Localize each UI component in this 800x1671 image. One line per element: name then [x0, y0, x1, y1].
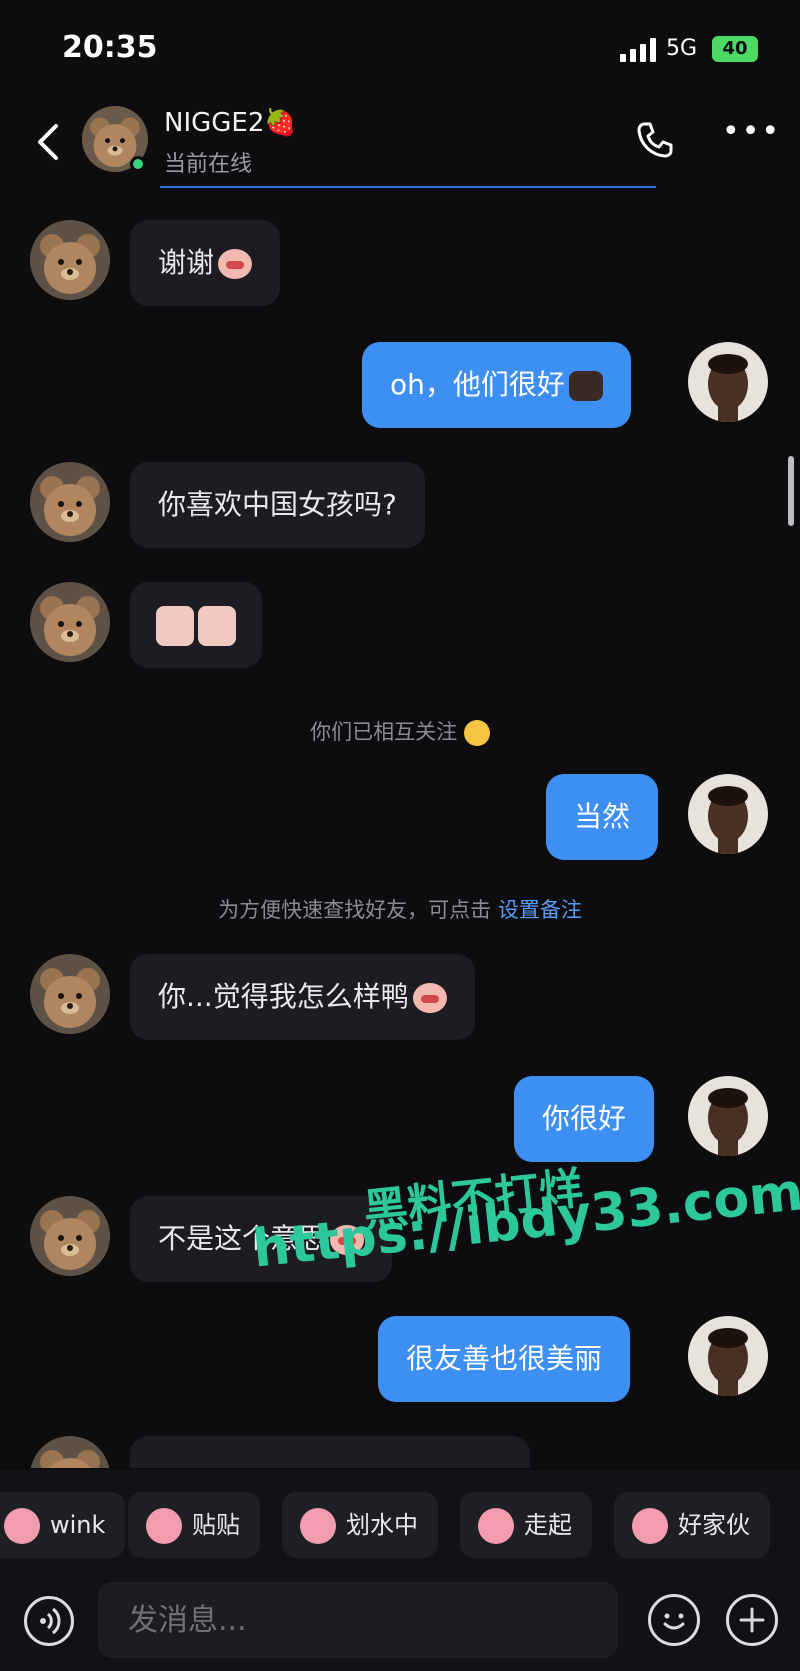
user-avatar[interactable]	[688, 1316, 768, 1396]
contact-avatar[interactable]	[30, 582, 110, 662]
chevron-left-icon[interactable]	[30, 118, 66, 166]
emoji-sticker-icon	[218, 249, 253, 279]
message-text: 当然	[574, 800, 631, 833]
message-bubble-outgoing[interactable]: 你很好	[514, 1076, 655, 1162]
sticker-icon	[632, 1508, 668, 1544]
quick-reply-chip[interactable]: 划水中	[282, 1492, 438, 1558]
signal-icon	[620, 38, 658, 62]
sticker-icon	[146, 1508, 182, 1544]
sticker-icon	[156, 606, 194, 646]
battery-icon: 40	[712, 36, 758, 62]
smile-icon	[463, 720, 490, 746]
quick-reply-label: 走起	[524, 1511, 572, 1539]
contact-avatar[interactable]	[30, 1436, 110, 1468]
sticker-icon	[4, 1508, 40, 1544]
quick-reply-label: wink	[50, 1511, 106, 1539]
header-divider	[160, 186, 656, 188]
message-text: 你...觉得我怎么样鸭	[158, 980, 409, 1013]
contact-avatar[interactable]	[30, 954, 110, 1034]
voice-icon[interactable]	[24, 1596, 74, 1646]
message-text: 谢谢	[158, 246, 215, 279]
quick-reply-chip[interactable]: wink	[0, 1492, 126, 1558]
more-icon[interactable]: •••	[722, 117, 779, 150]
message-bubble-incoming[interactable]	[130, 1436, 530, 1468]
message-bubble-incoming[interactable]: 你喜欢中国女孩吗?	[130, 462, 425, 548]
quick-reply-bar: wink 贴贴 划水中 走起 好家伙	[0, 1470, 800, 1582]
contact-status: 当前在线	[164, 152, 253, 177]
quick-reply-chip[interactable]: 贴贴	[128, 1492, 260, 1558]
remark-hint: 为方便快速查找好友，可点击 设置备注	[0, 894, 800, 924]
message-bubble-incoming[interactable]: 你...觉得我怎么样鸭	[130, 954, 475, 1040]
sticker-icon	[478, 1508, 514, 1544]
sticker-icon	[300, 1508, 336, 1544]
quick-reply-label: 划水中	[346, 1511, 418, 1539]
status-bar: 20:35 5G 40	[0, 0, 800, 100]
message-text: oh，他们很好	[390, 368, 565, 401]
message-bubble-outgoing[interactable]: 当然	[546, 774, 659, 860]
contact-avatar[interactable]	[30, 462, 110, 542]
composer-bar	[0, 1582, 800, 1671]
system-note: 你们已相互关注	[0, 716, 800, 746]
message-text: 很友善也很美丽	[406, 1342, 603, 1375]
online-indicator	[130, 156, 146, 172]
set-remark-link[interactable]: 设置备注	[498, 898, 582, 922]
emoji-sticker-icon	[412, 983, 447, 1013]
message-text: 你喜欢中国女孩吗?	[158, 488, 397, 521]
message-bubble-incoming[interactable]: 谢谢	[130, 220, 281, 306]
message-bubble-outgoing[interactable]: oh，他们很好	[362, 342, 631, 428]
contact-name: NIGGE2🍓	[164, 108, 297, 138]
quick-reply-chip[interactable]: 好家伙	[614, 1492, 770, 1558]
mutual-follow-text: 你们已相互关注	[310, 720, 458, 744]
user-avatar[interactable]	[688, 342, 768, 422]
thumbs-up-icon	[568, 371, 603, 401]
network-type: 5G	[666, 36, 698, 61]
message-bubble-incoming[interactable]	[130, 582, 262, 668]
message-list[interactable]: 谢谢 oh，他们很好 你喜欢中国女孩吗? 你们已相互关注 当然 为方便快速查找好…	[0, 200, 800, 1468]
user-avatar[interactable]	[688, 1076, 768, 1156]
sticker-icon	[198, 606, 236, 646]
message-bubble-outgoing[interactable]: 很友善也很美丽	[378, 1316, 631, 1402]
contact-avatar[interactable]	[30, 220, 110, 300]
quick-reply-label: 好家伙	[678, 1511, 750, 1539]
plus-icon[interactable]	[726, 1594, 778, 1646]
message-input[interactable]	[98, 1582, 618, 1658]
scrollbar[interactable]	[788, 456, 794, 526]
emoji-icon[interactable]	[648, 1594, 700, 1646]
user-avatar[interactable]	[688, 774, 768, 854]
phone-icon[interactable]	[632, 118, 676, 162]
message-text: 你很好	[542, 1102, 627, 1135]
contact-avatar[interactable]	[30, 1196, 110, 1276]
quick-reply-label: 贴贴	[192, 1511, 240, 1539]
remark-hint-text: 为方便快速查找好友，可点击	[218, 898, 492, 922]
quick-reply-chip[interactable]: 走起	[460, 1492, 592, 1558]
status-time: 20:35	[62, 30, 158, 65]
chat-header: NIGGE2🍓 当前在线 •••	[0, 100, 800, 200]
